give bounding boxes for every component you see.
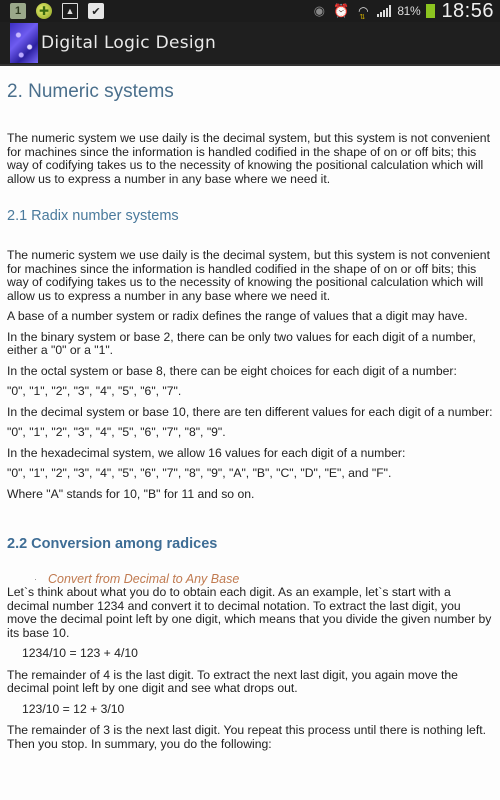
bullet-heading-text: Convert from Decimal to Any Base bbox=[48, 572, 240, 586]
battery-percent: 81% bbox=[397, 4, 421, 18]
paragraph: In the hexadecimal system, we allow 16 v… bbox=[7, 445, 406, 460]
eye-icon: ◉ bbox=[313, 3, 325, 18]
formula: 1234/10 = 123 + 4/10 bbox=[22, 646, 138, 660]
paragraph: Let`s think about what you do to obtain … bbox=[7, 585, 492, 640]
wifi-icon: ◠ ⇅ bbox=[358, 4, 369, 21]
status-bar: 1 ✚ ▲ ✔ ◉ ⏰ ◠ ⇅ 81% 18:56 bbox=[0, 0, 500, 22]
battery-icon bbox=[426, 4, 436, 18]
subsection-title-conversion: 2.2 Conversion among radices bbox=[7, 536, 218, 552]
app-logo-icon[interactable] bbox=[10, 23, 38, 63]
paragraph: In the decimal system or base 10, there … bbox=[7, 404, 493, 419]
section-title: 2. Numeric systems bbox=[7, 81, 174, 102]
paragraph: The remainder of 3 is the next last digi… bbox=[7, 723, 486, 751]
paragraph: In the octal system or base 8, there can… bbox=[7, 363, 457, 378]
shopping-bag-check-icon: ✔ bbox=[88, 3, 104, 19]
clock: 18:56 bbox=[441, 0, 494, 22]
subsection-title-radix: 2.1 Radix number systems bbox=[7, 208, 179, 224]
paragraph: The remainder of 4 is the last digit. To… bbox=[7, 667, 458, 695]
paragraph: Where "A" stands for 10, "B" for 11 and … bbox=[7, 486, 255, 501]
formula: 123/10 = 12 + 3/10 bbox=[22, 701, 125, 716]
signal-icon bbox=[377, 5, 392, 17]
plus-circle-icon: ✚ bbox=[36, 3, 52, 19]
app-title: Digital Logic Design bbox=[41, 33, 217, 53]
notification-icons: 1 ✚ ▲ ✔ bbox=[10, 3, 104, 19]
alarm-icon: ⏰ bbox=[333, 3, 350, 18]
paragraph: In the binary system or base 2, there ca… bbox=[7, 329, 476, 357]
paragraph: A base of a number system or radix defin… bbox=[7, 309, 468, 323]
app-bar: Digital Logic Design bbox=[0, 22, 500, 66]
paragraph: "0", "1", "2", "3", "4", "5", "6", "7", … bbox=[7, 425, 226, 439]
paragraph: "0", "1", "2", "3", "4", "5", "6", "7", … bbox=[7, 466, 392, 480]
section-intro: The numeric system we use daily is the d… bbox=[7, 131, 490, 186]
paragraph: The numeric system we use daily is the d… bbox=[7, 248, 490, 303]
image-icon: ▲ bbox=[62, 3, 78, 19]
bullet-icon: · bbox=[34, 574, 37, 584]
system-icons: ◉ ⏰ ◠ ⇅ 81% 18:56 bbox=[311, 0, 494, 23]
paragraph: "0", "1", "2", "3", "4", "5", "6", "7". bbox=[7, 384, 182, 398]
notification-count-icon: 1 bbox=[10, 3, 26, 19]
bullet-heading: · Convert from Decimal to Any Base bbox=[7, 572, 493, 586]
document-content[interactable]: 2. Numeric systems The numeric system we… bbox=[0, 68, 500, 800]
